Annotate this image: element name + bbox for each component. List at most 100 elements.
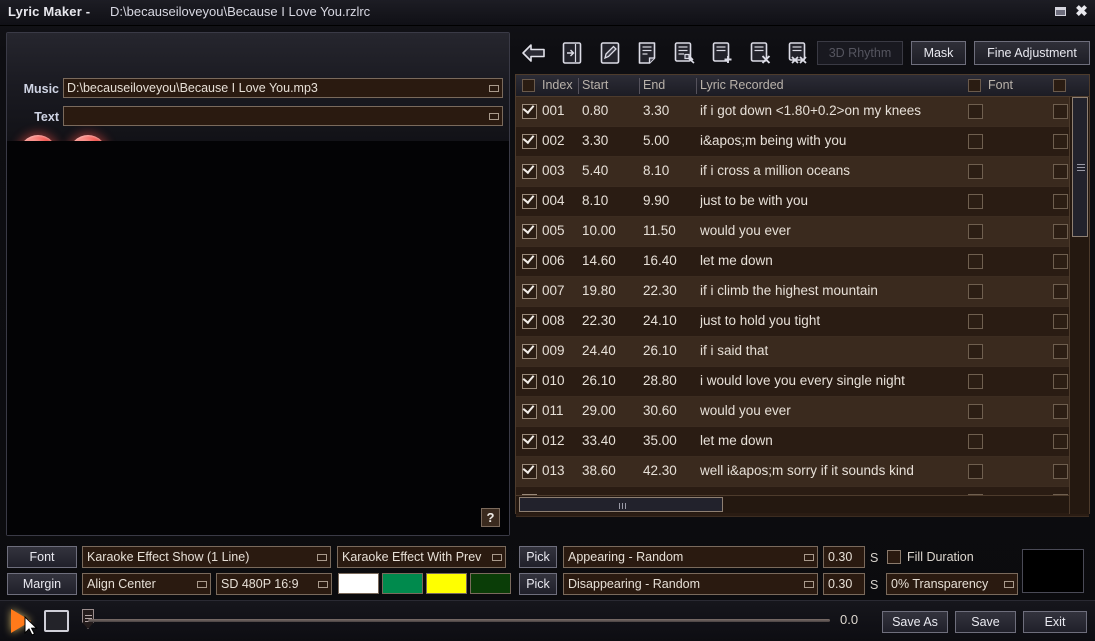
row-extra-checkbox[interactable] (1053, 104, 1068, 119)
table-row[interactable]: 01338.6042.30well i&apos;m sorry if it s… (516, 457, 1089, 487)
chevron-down-icon[interactable] (318, 581, 328, 588)
margin-button[interactable]: Margin (7, 573, 77, 595)
row-start[interactable]: 10.00 (582, 223, 616, 238)
row-select-checkbox[interactable] (522, 374, 537, 389)
karaoke-effect-show-select[interactable]: Karaoke Effect Show (1 Line) (82, 546, 331, 568)
timeline-seek-slider[interactable] (88, 619, 830, 622)
row-extra-checkbox[interactable] (1053, 254, 1068, 269)
karaoke-effect-preview-select[interactable]: Karaoke Effect With Prev (337, 546, 506, 568)
chevron-down-icon[interactable] (317, 554, 327, 561)
row-font-checkbox[interactable] (968, 464, 983, 479)
table-row[interactable]: 00822.3024.10just to hold you tight (516, 307, 1089, 337)
text-path-input[interactable] (63, 106, 503, 126)
row-extra-checkbox[interactable] (1053, 434, 1068, 449)
table-row[interactable]: 00614.6016.40let me down (516, 247, 1089, 277)
table-row[interactable]: 01233.4035.00let me down (516, 427, 1089, 457)
column-header-font[interactable]: Font (988, 78, 1013, 92)
close-window-button[interactable]: ✖ (1073, 3, 1090, 19)
row-lyric[interactable]: if i climb the highest mountain (700, 283, 966, 298)
row-end[interactable]: 22.30 (643, 283, 677, 298)
chevron-down-icon[interactable] (804, 581, 814, 588)
row-end[interactable]: 5.00 (643, 133, 669, 148)
3d-rhythm-button[interactable]: 3D Rhythm (817, 41, 903, 65)
row-select-checkbox[interactable] (522, 464, 537, 479)
row-extra-checkbox[interactable] (1053, 134, 1068, 149)
appearing-duration-input[interactable]: 0.30 (823, 546, 865, 568)
new-document-icon[interactable] (632, 38, 662, 68)
row-end[interactable]: 35.00 (643, 433, 677, 448)
table-horizontal-scroll-thumb[interactable] (519, 497, 723, 512)
row-select-checkbox[interactable] (522, 314, 537, 329)
row-start[interactable]: 24.40 (582, 343, 616, 358)
disappearing-effect-select[interactable]: Disappearing - Random (563, 573, 818, 595)
timeline-play-button[interactable] (11, 609, 31, 633)
row-select-checkbox[interactable] (522, 164, 537, 179)
row-select-checkbox[interactable] (522, 104, 537, 119)
chevron-down-icon[interactable] (197, 581, 207, 588)
edit-document-icon[interactable] (595, 38, 625, 68)
chevron-down-icon[interactable] (492, 554, 502, 561)
chevron-down-icon[interactable] (804, 554, 814, 561)
font-column-checkbox[interactable] (968, 79, 981, 92)
save-button[interactable]: Save (955, 611, 1016, 633)
color-swatch-highlight[interactable] (426, 573, 467, 594)
row-lyric[interactable]: i&apos;m being with you (700, 133, 966, 148)
row-end[interactable]: 16.40 (643, 253, 677, 268)
pick-disappearing-button[interactable]: Pick (519, 573, 557, 595)
background-color-preview[interactable] (1022, 549, 1084, 593)
add-document-icon[interactable] (708, 38, 738, 68)
row-extra-checkbox[interactable] (1053, 344, 1068, 359)
row-font-checkbox[interactable] (968, 254, 983, 269)
row-select-checkbox[interactable] (522, 224, 537, 239)
column-header-start[interactable]: Start (582, 78, 608, 92)
row-font-checkbox[interactable] (968, 134, 983, 149)
timeline-stop-button[interactable] (44, 610, 69, 632)
row-end[interactable]: 28.80 (643, 373, 677, 388)
row-extra-checkbox[interactable] (1053, 194, 1068, 209)
delete-document-icon[interactable] (746, 38, 776, 68)
row-lyric[interactable]: if i said that (700, 343, 966, 358)
row-font-checkbox[interactable] (968, 374, 983, 389)
row-start[interactable]: 8.10 (582, 193, 608, 208)
row-start[interactable]: 5.40 (582, 163, 608, 178)
appearing-effect-select[interactable]: Appearing - Random (563, 546, 818, 568)
disappearing-duration-input[interactable]: 0.30 (823, 573, 865, 595)
column-header-end[interactable]: End (643, 78, 665, 92)
transparency-select[interactable]: 0% Transparency (886, 573, 1018, 595)
row-font-checkbox[interactable] (968, 314, 983, 329)
row-lyric[interactable]: would you ever (700, 403, 966, 418)
exit-button[interactable]: Exit (1023, 611, 1087, 633)
row-select-checkbox[interactable] (522, 434, 537, 449)
resolution-select[interactable]: SD 480P 16:9 (216, 573, 332, 595)
row-select-checkbox[interactable] (522, 254, 537, 269)
row-lyric[interactable]: would you ever (700, 223, 966, 238)
column-header-index[interactable]: Index (542, 78, 573, 92)
row-select-checkbox[interactable] (522, 194, 537, 209)
row-end[interactable]: 42.30 (643, 463, 677, 478)
duplicate-document-icon[interactable] (670, 38, 700, 68)
mask-button[interactable]: Mask (911, 41, 966, 65)
save-as-button[interactable]: Save As (882, 611, 948, 633)
color-swatch-primary[interactable] (338, 573, 379, 594)
row-end[interactable]: 8.10 (643, 163, 669, 178)
music-path-input[interactable]: D:\becauseiloveyou\Because I Love You.mp… (63, 78, 503, 98)
table-vertical-scrollbar[interactable] (1069, 97, 1089, 514)
row-lyric[interactable]: just to hold you tight (700, 313, 966, 328)
row-end[interactable]: 24.10 (643, 313, 677, 328)
restore-window-button[interactable] (1052, 3, 1069, 19)
row-extra-checkbox[interactable] (1053, 224, 1068, 239)
row-font-checkbox[interactable] (968, 224, 983, 239)
table-row[interactable]: 0010.803.30if i got down <1.80+0.2>on my… (516, 97, 1089, 127)
row-extra-checkbox[interactable] (1053, 284, 1068, 299)
row-end[interactable]: 30.60 (643, 403, 677, 418)
row-start[interactable]: 19.80 (582, 283, 616, 298)
column-header-lyric[interactable]: Lyric Recorded (700, 78, 784, 92)
table-row[interactable]: 00510.0011.50would you ever (516, 217, 1089, 247)
row-end[interactable]: 11.50 (643, 223, 676, 238)
row-extra-checkbox[interactable] (1053, 164, 1068, 179)
table-row[interactable]: 0035.408.10if i cross a million oceans (516, 157, 1089, 187)
row-start[interactable]: 3.30 (582, 133, 608, 148)
table-row[interactable]: 01129.0030.60would you ever (516, 397, 1089, 427)
row-lyric[interactable]: let me down (700, 433, 966, 448)
extra-column-checkbox[interactable] (1053, 79, 1066, 92)
